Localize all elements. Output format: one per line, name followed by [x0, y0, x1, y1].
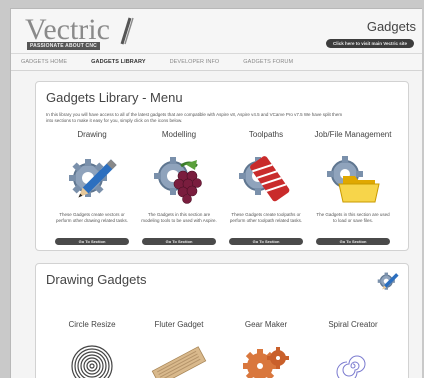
- drawing-gadgets-panel: Drawing Gadgets Circle Resize Fluter Gad…: [35, 263, 409, 378]
- section-file-management: Job/File Management The Gadgets in this …: [309, 130, 397, 245]
- gadget-fluter[interactable]: Fluter Gadget: [135, 320, 223, 378]
- toolpaths-gear-cutter-icon[interactable]: [238, 152, 294, 208]
- library-menu-panel: Gadgets Library - Menu In this library y…: [35, 81, 409, 251]
- drawing-gear-pencil-icon: [376, 270, 400, 294]
- section-drawing: Drawing These Gadgets create vectors or …: [48, 130, 136, 245]
- section-title: Modelling: [161, 130, 197, 139]
- main-nav: GADGETS HOME GADGETS LIBRARY DEVELOPER I…: [11, 53, 422, 71]
- gadget-name: Circle Resize: [68, 320, 116, 329]
- gears-icon: [238, 336, 294, 378]
- library-intro: In this library you will have access to …: [46, 112, 343, 123]
- nav-gadgets-forum[interactable]: GADGETS FORUM: [243, 59, 293, 65]
- gadget-name: Spiral Creator: [328, 320, 378, 329]
- spiral-icon: [325, 336, 381, 378]
- section-modelling: Modelling The Gadgets in this section ar…: [135, 130, 223, 245]
- gadget-circle-resize[interactable]: Circle Resize: [48, 320, 136, 378]
- gadget-gear-maker[interactable]: Gear Maker: [222, 320, 310, 378]
- go-to-drawing-button[interactable]: Go To Section: [55, 238, 129, 245]
- section-description: The Gadgets in this section are modeling…: [141, 212, 217, 223]
- drawing-gear-pencil-icon[interactable]: [64, 152, 120, 208]
- section-title: Drawing: [77, 130, 107, 139]
- gadget-spiral-creator[interactable]: Spiral Creator: [309, 320, 397, 378]
- section-title: Toolpaths: [248, 130, 284, 139]
- gadget-name: Gear Maker: [244, 320, 288, 329]
- site-header: Vectric PASSIONATE ABOUT CNC Gadgets Cli…: [11, 9, 422, 53]
- page-heading: Gadgets: [366, 19, 416, 34]
- browser-page: Vectric PASSIONATE ABOUT CNC Gadgets Cli…: [10, 8, 422, 378]
- file-gear-folder-icon[interactable]: [325, 152, 381, 208]
- go-to-toolpaths-button[interactable]: Go To Section: [229, 238, 303, 245]
- section-description: These Gadgets create vectors or perform …: [55, 212, 129, 223]
- section-description: These Gadgets create toolpaths or perfor…: [229, 212, 303, 223]
- nav-gadgets-library[interactable]: GADGETS LIBRARY: [91, 59, 145, 65]
- go-to-modelling-button[interactable]: Go To Section: [142, 238, 216, 245]
- section-title: Job/File Management: [314, 130, 392, 139]
- concentric-circles-icon: [64, 336, 120, 378]
- vectric-logo[interactable]: Vectric PASSIONATE ABOUT CNC: [25, 13, 134, 50]
- fluted-board-icon: [151, 336, 207, 378]
- visit-vectric-button[interactable]: Click here to visit main Vectric site: [325, 39, 414, 48]
- logo-tagline: PASSIONATE ABOUT CNC: [27, 42, 100, 50]
- drawing-gadgets-title: Drawing Gadgets: [46, 272, 147, 287]
- section-description: The Gadgets in this section are used to …: [316, 212, 390, 223]
- gadget-name: Fluter Gadget: [154, 320, 204, 329]
- nav-developer-info[interactable]: DEVELOPER INFO: [170, 59, 220, 65]
- modelling-gear-grapes-icon[interactable]: [151, 152, 207, 208]
- section-toolpaths: Toolpaths These Gadgets create toolpaths…: [222, 130, 310, 245]
- library-title: Gadgets Library - Menu: [46, 90, 183, 105]
- logo-wordmark: Vectric: [25, 13, 110, 46]
- logo-slash-icon: [120, 17, 134, 45]
- nav-gadgets-home[interactable]: GADGETS HOME: [21, 59, 67, 65]
- go-to-file-management-button[interactable]: Go To Section: [316, 238, 390, 245]
